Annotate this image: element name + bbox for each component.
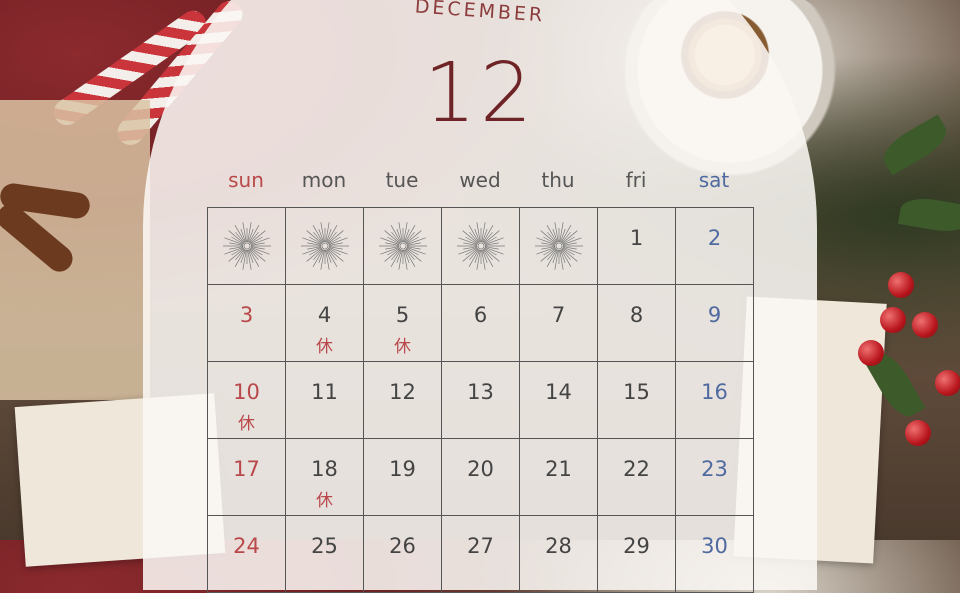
day-number: 12 (389, 380, 416, 404)
calendar-day-cell: 18 休 (286, 439, 364, 516)
calendar-day-cell: 7 (520, 285, 598, 362)
holly-leaf-decoration (897, 194, 960, 236)
calendar-day-cell: 10 休 (208, 362, 286, 439)
calendar-day-cell (520, 208, 598, 285)
day-number: 16 (701, 380, 728, 404)
weekday-wed: wed (459, 168, 501, 192)
day-number: 4 (317, 303, 332, 327)
calendar-grid: 1 2 3 4 休 5 休 6 7 8 9 10 休 11 12 13 14 15 16 17 18 休 19 20 21 22 2… (207, 207, 754, 593)
day-number: 1 (629, 226, 644, 250)
holiday-mark: 休 (238, 414, 255, 434)
holly-berry-decoration (888, 272, 914, 298)
day-number: 23 (701, 457, 728, 481)
day-number: 11 (311, 380, 338, 404)
starburst-icon (223, 222, 271, 270)
day-number: 25 (311, 534, 338, 558)
calendar-day-cell: 15 (598, 362, 676, 439)
day-number: 2 (707, 226, 722, 250)
calendar-day-cell: 5休 (364, 285, 442, 362)
calendar-day-cell: 19 (364, 439, 442, 516)
calendar-day-cell: 8 (598, 285, 676, 362)
month-number: 12 (423, 46, 537, 141)
calendar-day-cell: 3 (208, 285, 286, 362)
holly-leaf-decoration (877, 114, 953, 176)
day-number: 26 (389, 534, 416, 558)
holly-berry-decoration (912, 312, 938, 338)
starburst-icon (457, 222, 505, 270)
day-number: 18 (311, 457, 338, 481)
day-number: 10 (233, 380, 260, 404)
starburst-icon (535, 222, 583, 270)
calendar-day-cell: 25 (286, 516, 364, 593)
day-number: 5 (395, 303, 410, 327)
calendar-day-cell: 21 (520, 439, 598, 516)
calendar-day-cell: 17 (208, 439, 286, 516)
day-number: 29 (623, 534, 650, 558)
calendar-day-cell: 13 (442, 362, 520, 439)
holly-berry-decoration (935, 370, 960, 396)
weekday-thu: thu (541, 168, 575, 192)
calendar-day-cell: 6 (442, 285, 520, 362)
calendar-day-cell: 26 (364, 516, 442, 593)
starburst-icon (301, 222, 349, 270)
holly-berry-decoration (905, 420, 931, 446)
calendar-day-cell: 16 (676, 362, 754, 439)
day-number: 14 (545, 380, 572, 404)
day-number: 8 (629, 303, 644, 327)
day-number: 30 (701, 534, 728, 558)
calendar-day-cell: 30 (676, 516, 754, 593)
calendar-day-cell: 27 (442, 516, 520, 593)
holly-berry-decoration (858, 340, 884, 366)
calendar-day-cell: 11 (286, 362, 364, 439)
calendar-day-cell: 14 (520, 362, 598, 439)
starburst-icon (379, 222, 427, 270)
calendar-day-cell (208, 208, 286, 285)
day-number: 13 (467, 380, 494, 404)
calendar-day-cell (442, 208, 520, 285)
holiday-mark: 休 (316, 491, 333, 511)
day-number: 24 (233, 534, 260, 558)
calendar-day-cell: 9 (676, 285, 754, 362)
day-number: 27 (467, 534, 494, 558)
day-number: 9 (707, 303, 722, 327)
gift-box-decoration (0, 100, 150, 400)
day-number: 7 (551, 303, 566, 327)
calendar-day-cell: 1 (598, 208, 676, 285)
calendar-day-cell: 2 (676, 208, 754, 285)
calendar-day-cell: 24 (208, 516, 286, 593)
calendar-day-cell: 28 (520, 516, 598, 593)
day-number: 3 (239, 303, 254, 327)
day-number: 21 (545, 457, 572, 481)
day-number: 28 (545, 534, 572, 558)
day-number: 6 (473, 303, 488, 327)
calendar-day-cell: 20 (442, 439, 520, 516)
holiday-mark: 休 (394, 337, 411, 357)
calendar-day-cell: 29 (598, 516, 676, 593)
day-number: 19 (389, 457, 416, 481)
holly-berry-decoration (880, 307, 906, 333)
weekday-mon: mon (301, 168, 347, 192)
weekday-header: sun mon tue wed thu fri sat (207, 168, 753, 192)
calendar-day-cell: 23 (676, 439, 754, 516)
weekday-sun: sun (228, 168, 264, 192)
calendar-day-cell (286, 208, 364, 285)
day-number: 17 (233, 457, 260, 481)
calendar-day-cell: 4休 (286, 285, 364, 362)
weekday-tue: tue (385, 168, 419, 192)
calendar-day-cell (364, 208, 442, 285)
day-number: 20 (467, 457, 494, 481)
calendar-day-cell: 22 (598, 439, 676, 516)
holiday-mark: 休 (316, 337, 333, 357)
day-number: 22 (623, 457, 650, 481)
weekday-fri: fri (625, 168, 647, 192)
weekday-sat: sat (698, 168, 730, 192)
calendar-day-cell: 12 (364, 362, 442, 439)
day-number: 15 (623, 380, 650, 404)
